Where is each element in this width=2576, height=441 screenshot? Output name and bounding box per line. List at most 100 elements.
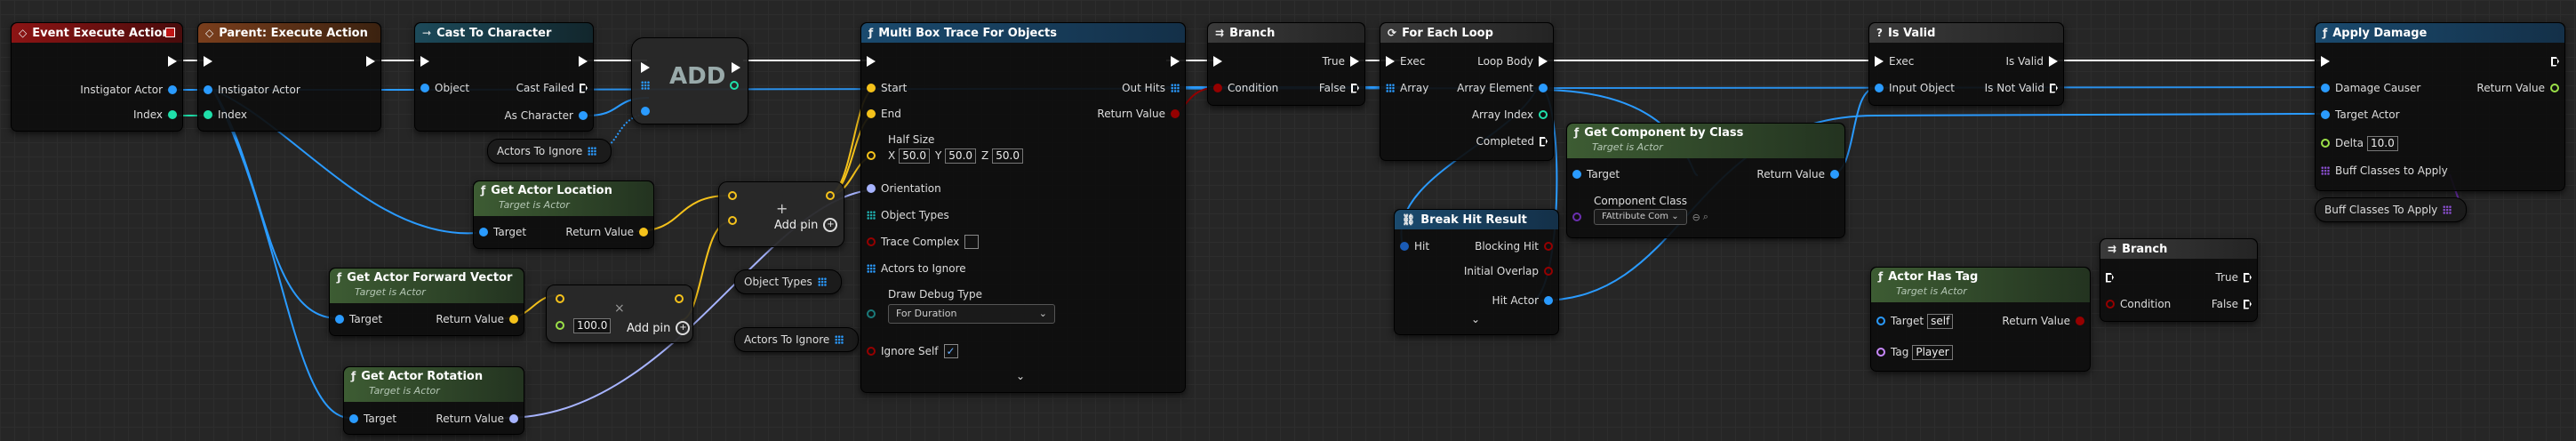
array-pin[interactable] <box>1386 84 1395 92</box>
exec-out-pin[interactable] <box>168 56 177 67</box>
int-pin[interactable] <box>1539 110 1548 119</box>
object-pin[interactable] <box>1544 296 1553 305</box>
exec-in-pin[interactable] <box>1386 56 1395 67</box>
object-pin[interactable] <box>1830 170 1839 179</box>
expand-chevron-icon[interactable]: ⌄ <box>1016 370 1025 382</box>
exec-in-pin[interactable] <box>2321 56 2330 67</box>
array-pin[interactable] <box>867 211 876 220</box>
array-pin[interactable] <box>641 81 650 90</box>
exec-in-pin[interactable] <box>204 56 212 67</box>
node-apply-damage[interactable]: ƒ Apply Damage Damage Causer Return Valu… <box>2315 22 2565 191</box>
object-pin[interactable] <box>168 85 177 94</box>
use-selected-icon[interactable]: ⊖ <box>1692 212 1700 223</box>
bool-pin[interactable] <box>1544 267 1553 276</box>
rotator-pin[interactable] <box>509 414 518 423</box>
vector-pin[interactable] <box>867 109 876 118</box>
node-get-component-by-class[interactable]: ƒ Get Component by Class Target is Actor… <box>1566 123 1845 238</box>
target-self-input[interactable]: self <box>1927 313 1954 329</box>
int-pin[interactable] <box>168 110 177 119</box>
exec-out-pin[interactable] <box>1171 56 1180 67</box>
node-array-add[interactable]: ADD <box>631 37 748 124</box>
node-cast-to-character[interactable]: ⇾ Cast To Character Object Cast Failed A… <box>414 22 594 132</box>
trace-complex-checkbox[interactable] <box>964 235 980 249</box>
draw-debug-dropdown[interactable]: For Duration ⌄ <box>888 304 1055 324</box>
node-for-each-loop[interactable]: ⟳ For Each Loop Exec Loop Body Array Arr… <box>1380 22 1554 161</box>
object-pin[interactable] <box>2321 110 2330 119</box>
exec-in-pin[interactable] <box>2106 272 2114 283</box>
ignore-self-checkbox[interactable]: ✓ <box>943 344 958 358</box>
object-pin[interactable] <box>641 107 650 116</box>
node-branch-2[interactable]: ⇉ Branch True Condition False <box>2100 238 2258 322</box>
byte-pin[interactable] <box>867 309 876 318</box>
half-size-y-input[interactable]: 50.0 <box>945 148 977 164</box>
node-get-actor-forward-vector[interactable]: ƒ Get Actor Forward Vector Target is Act… <box>329 268 524 336</box>
float-pin[interactable] <box>2550 84 2559 92</box>
array-pin[interactable] <box>817 277 827 286</box>
vector-pin[interactable] <box>867 84 876 92</box>
node-break-hit-result[interactable]: ⛓ Break Hit Result Hit Blocking Hit Init… <box>1394 209 1559 335</box>
object-pin[interactable] <box>349 414 358 423</box>
add-pin-button[interactable]: Add pin + <box>627 321 691 335</box>
object-pin[interactable] <box>1875 84 1884 92</box>
object-pin[interactable] <box>2321 84 2330 92</box>
bool-pin[interactable] <box>867 347 876 356</box>
vector-pin[interactable] <box>826 191 835 200</box>
exec-out-pin[interactable] <box>579 56 588 67</box>
float-pin[interactable] <box>2321 139 2330 148</box>
half-size-z-input[interactable]: 50.0 <box>992 148 1023 164</box>
exec-out-pin[interactable] <box>2244 272 2252 283</box>
array-pin[interactable] <box>867 264 876 273</box>
exec-out-pin[interactable] <box>2244 299 2252 309</box>
exec-in-pin[interactable] <box>867 56 876 67</box>
exec-out-pin[interactable] <box>2050 83 2058 93</box>
node-get-actor-rotation[interactable]: ƒ Get Actor Rotation Target is Actor Tar… <box>343 366 524 435</box>
delta-input[interactable]: 10.0 <box>2367 135 2398 151</box>
struct-pin[interactable] <box>1400 242 1409 251</box>
bool-pin[interactable] <box>2076 317 2084 325</box>
struct-pin[interactable] <box>1539 84 1548 92</box>
node-get-actor-location[interactable]: ƒ Get Actor Location Target is Actor Tar… <box>473 180 654 249</box>
int-pin[interactable] <box>204 110 212 119</box>
bool-pin[interactable] <box>1544 242 1553 251</box>
node-actor-has-tag[interactable]: ƒ Actor Has Tag Target is Actor Target se… <box>1870 267 2091 372</box>
exec-out-pin[interactable] <box>732 62 740 73</box>
half-size-x-input[interactable]: 50.0 <box>899 148 930 164</box>
object-pin[interactable] <box>479 228 488 237</box>
array-pin[interactable] <box>835 335 844 344</box>
variable-actors-to-ignore[interactable]: Actors To Ignore <box>487 139 612 164</box>
exec-in-pin[interactable] <box>1213 56 1222 67</box>
vector-pin[interactable] <box>867 151 876 160</box>
node-branch-1[interactable]: ⇉ Branch True Condition False <box>1207 22 1365 106</box>
exec-out-pin[interactable] <box>1539 56 1548 67</box>
vector-pin[interactable] <box>639 228 648 237</box>
object-pin[interactable] <box>1572 170 1581 179</box>
variable-buff-classes[interactable]: Buff Classes To Apply <box>2315 197 2468 222</box>
bool-pin[interactable] <box>867 237 876 246</box>
bool-pin[interactable] <box>2106 300 2115 309</box>
bool-pin[interactable] <box>1213 84 1222 92</box>
node-vector-multiply[interactable]: 100.0 × Add pin + <box>546 285 693 343</box>
exec-out-pin[interactable] <box>580 83 588 93</box>
class-pin[interactable] <box>1572 212 1581 221</box>
node-parent-execute-action[interactable]: ◇ Parent: Execute Action Instigator Acto… <box>197 22 381 132</box>
array-pin[interactable] <box>588 147 597 156</box>
node-event-execute-action[interactable]: ◇ Event Execute Action Instigator Actor … <box>11 22 183 132</box>
exec-in-pin[interactable] <box>420 56 429 67</box>
exec-out-pin[interactable] <box>1350 56 1359 67</box>
array-pin[interactable] <box>1171 84 1180 92</box>
object-pin[interactable] <box>579 111 588 120</box>
add-pin-button[interactable]: Add pin + <box>774 218 838 232</box>
rotator-pin[interactable] <box>867 184 876 193</box>
float-pin[interactable] <box>556 321 564 330</box>
tag-input[interactable]: Player <box>1912 344 1953 360</box>
vector-pin[interactable] <box>509 315 518 324</box>
multiply-value-input[interactable]: 100.0 <box>573 317 612 333</box>
object-pin[interactable] <box>1876 317 1885 325</box>
object-pin[interactable] <box>335 315 344 324</box>
variable-object-types[interactable]: Object Types <box>734 269 842 294</box>
node-is-valid[interactable]: ? Is Valid Exec Is Valid Input Object Is… <box>1868 22 2064 106</box>
exec-in-pin[interactable] <box>1875 56 1884 67</box>
vector-pin[interactable] <box>728 216 737 225</box>
vector-pin[interactable] <box>675 294 684 303</box>
exec-out-pin[interactable] <box>1351 83 1359 93</box>
